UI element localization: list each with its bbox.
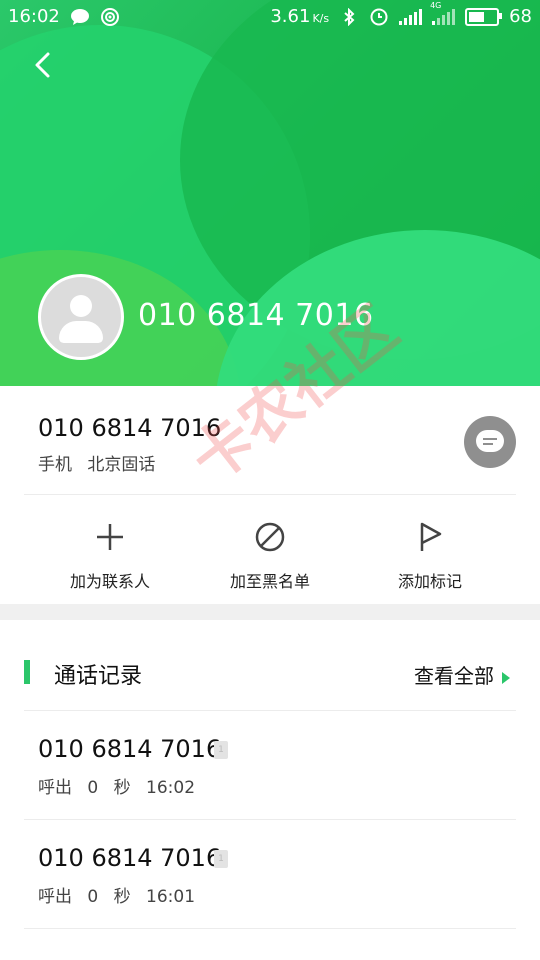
back-arrow-icon: [35, 52, 50, 78]
network-speed: 3.61 K/s: [270, 6, 330, 27]
contact-header: 16:02 3.61 K/s 4G 68 010 6814 7016: [0, 0, 540, 386]
status-time: 16:02: [8, 6, 60, 27]
call-record[interactable]: 010 6814 7016 1 呼出 0 秒 16:02: [0, 711, 540, 819]
add-to-blacklist-label: 加至黑名单: [229, 572, 310, 591]
divider: [24, 494, 516, 495]
message-icon: [476, 430, 504, 452]
call-direction: 呼出: [38, 778, 72, 798]
sim-card-icon: 1: [214, 850, 228, 868]
phone-details: 手机 北京固话: [38, 450, 155, 475]
section-accent-bar: [24, 660, 30, 684]
battery-percent: 68: [509, 6, 532, 27]
call-log-title: 通话记录: [54, 664, 143, 689]
signal-strength-icon: [399, 8, 423, 25]
bluetooth-icon: [339, 7, 359, 26]
avatar[interactable]: [38, 274, 124, 360]
avatar-person-icon: [70, 295, 92, 317]
alarm-icon: [369, 8, 389, 26]
hotspot-icon: [100, 7, 120, 26]
call-duration: 0 秒: [87, 887, 131, 907]
sim-card-icon: 1: [214, 741, 228, 759]
divider: [24, 928, 516, 929]
chat-notification-icon: [70, 8, 90, 26]
back-button[interactable]: [26, 48, 60, 82]
call-time: 16:02: [146, 778, 196, 798]
call-record-details: 呼出 0 秒 16:01: [38, 882, 195, 907]
chevron-right-icon: [502, 671, 510, 684]
section-separator: [0, 604, 540, 620]
add-contact-label: 加为联系人: [69, 572, 150, 591]
flag-icon: [413, 520, 447, 554]
call-record-details: 呼出 0 秒 16:02: [38, 773, 195, 798]
add-to-blacklist-button[interactable]: 加至黑名单: [195, 520, 345, 592]
view-all-button[interactable]: 查看全部: [414, 660, 510, 689]
status-bar: 16:02 3.61 K/s 4G 68: [0, 0, 540, 34]
add-contact-button[interactable]: 加为联系人: [35, 520, 185, 592]
signal-strength-4g-icon: 4G: [430, 1, 456, 25]
send-message-button[interactable]: [464, 416, 516, 468]
view-all-label: 查看全部: [414, 664, 494, 688]
call-log-section: 通话记录 查看全部 010 6814 7016 1 呼出 0 秒 16:02 0…: [0, 620, 540, 960]
call-record-number: 010 6814 7016: [38, 844, 222, 872]
call-record-number: 010 6814 7016: [38, 735, 222, 763]
add-tag-label: 添加标记: [397, 572, 462, 591]
call-time: 16:01: [146, 887, 196, 907]
avatar-person-body: [59, 321, 103, 343]
plus-icon: [93, 520, 127, 554]
battery-icon: [465, 7, 503, 26]
phone-location: 北京固话: [87, 455, 156, 475]
call-direction: 呼出: [38, 887, 72, 907]
block-icon: [253, 520, 287, 554]
call-record[interactable]: 010 6814 7016 1 呼出 0 秒 16:01: [0, 820, 540, 928]
call-duration: 0 秒: [87, 778, 131, 798]
phone-type: 手机: [38, 455, 72, 475]
add-tag-button[interactable]: 添加标记: [355, 520, 505, 592]
